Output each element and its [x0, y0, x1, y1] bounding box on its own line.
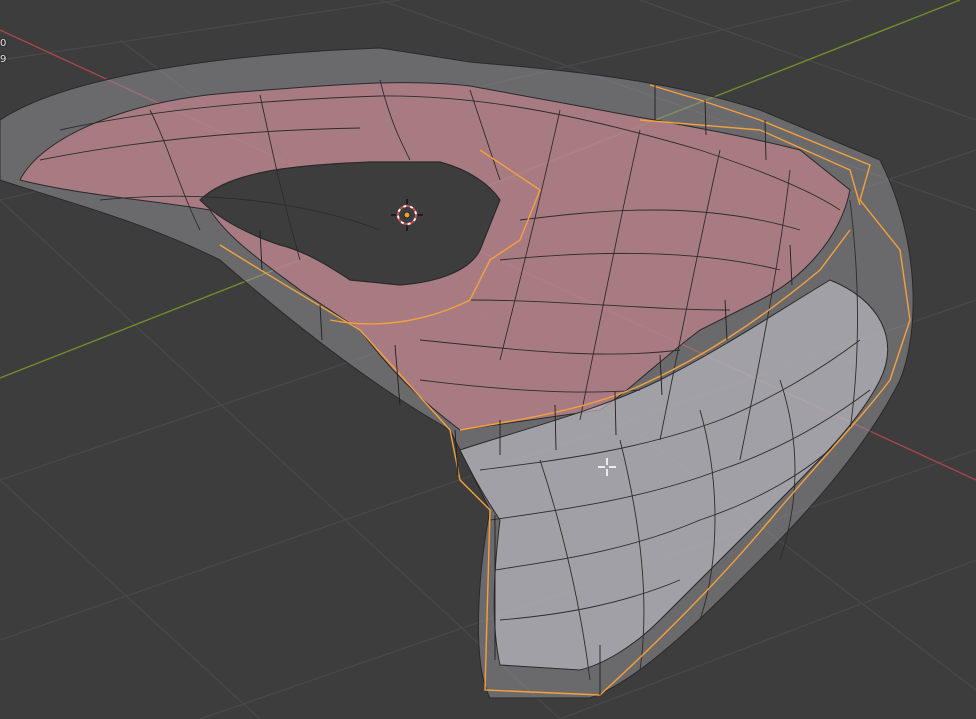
stats-overlay-line-1: 0: [0, 38, 7, 49]
3d-viewport[interactable]: [0, 0, 976, 719]
stats-overlay-line-2: 9: [0, 54, 7, 65]
